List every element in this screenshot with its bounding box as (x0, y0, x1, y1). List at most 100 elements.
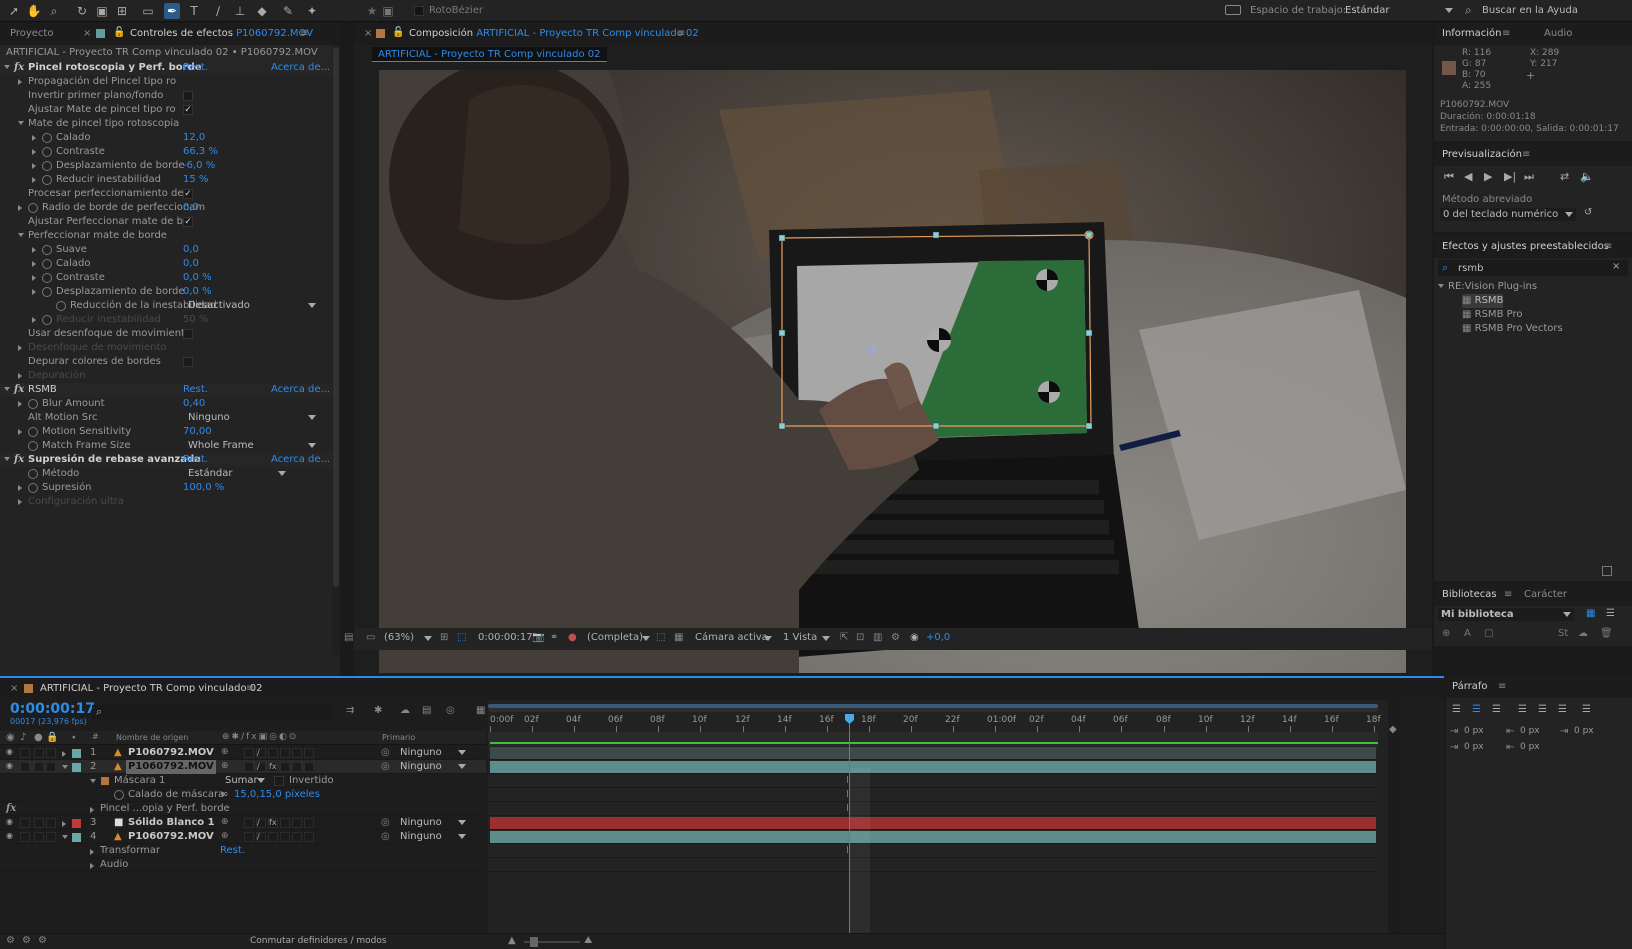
zoom-slider[interactable] (524, 937, 580, 947)
property-row[interactable]: Audio (0, 858, 486, 872)
work-area-range[interactable] (488, 704, 1378, 708)
visibility-toggle[interactable]: ◉ (6, 762, 16, 772)
first-frame-icon[interactable]: ⏮ (1444, 170, 1454, 184)
chevron-right-icon[interactable] (18, 429, 22, 435)
snapping-icon[interactable]: ▣ (380, 3, 396, 19)
property-value[interactable]: 15,0,15,0 píxeles (234, 788, 320, 802)
layer-row[interactable]: ◉ 4 ▲ P1060792.MOV ⊕ ∕ ◎ Ninguno (0, 830, 486, 844)
preset-item[interactable]: ▦ RSMB (1462, 294, 1504, 308)
close-icon[interactable]: × (364, 28, 372, 39)
timeline-timecode[interactable]: 0:00:00:17 (10, 701, 95, 717)
panel-menu-icon[interactable]: ≡ (1604, 241, 1612, 252)
draft-3d-icon[interactable]: ✱ (374, 705, 382, 716)
comp-button-icon[interactable]: ◆ (1389, 724, 1397, 735)
layer-switches-icon[interactable]: ⚙ (6, 935, 15, 946)
new-folder-icon[interactable] (1602, 566, 1612, 576)
reset-link[interactable]: Rest. (183, 383, 208, 397)
pan-behind-tool-icon[interactable]: ⊞ (114, 3, 130, 19)
effect-value[interactable]: 15 % (183, 173, 208, 187)
effect-dropdown[interactable]: Desactivado (185, 299, 319, 312)
selection-tool-icon[interactable]: ➚ (6, 3, 22, 19)
delete-icon[interactable]: 🗑 (1600, 628, 1613, 639)
color-channels-icon[interactable]: ● (568, 632, 577, 643)
tab-preview[interactable]: Previsualización (1442, 149, 1522, 160)
effect-value[interactable]: 0,0 (183, 201, 199, 215)
chevron-right-icon[interactable] (18, 485, 22, 491)
effect-value[interactable]: 0,40 (183, 397, 205, 411)
chevron-right-icon[interactable] (32, 149, 36, 155)
effect-row[interactable]: Mate de pincel tipo rotoscopia (0, 117, 332, 131)
close-icon[interactable]: × (83, 28, 91, 39)
stopwatch-icon[interactable] (42, 287, 52, 297)
resolution-dropdown[interactable]: (Completa) (587, 632, 643, 643)
composition-viewer[interactable] (379, 70, 1406, 673)
tab-character[interactable]: Carácter (1524, 589, 1567, 600)
timeline-track-area[interactable]: 0:00f 02f 04f 06f 08f 10f 12f 14f 16f 18f 20f 22f 01… (488, 700, 1388, 940)
flowchart-icon[interactable]: ⚙ (891, 632, 900, 643)
lock-icon[interactable]: 🔓 (392, 27, 404, 38)
add-graphic-icon[interactable]: ⊕ (1442, 628, 1450, 639)
eraser-tool-icon[interactable]: ◆ (254, 3, 270, 19)
always-preview-icon[interactable]: ▤ (344, 632, 353, 643)
panel-menu-icon[interactable]: ≡ (300, 28, 308, 39)
expand-property-icon[interactable] (90, 807, 94, 813)
chevron-right-icon[interactable] (18, 79, 22, 85)
layer-switch[interactable] (292, 832, 302, 842)
parent-dropdown[interactable]: Ninguno (397, 830, 469, 843)
tab-timeline[interactable]: ARTIFICIAL - Proyecto TR Comp vinculado … (40, 683, 263, 694)
about-link[interactable]: Acerca de... (271, 61, 330, 75)
camera-chevron-down-icon[interactable] (764, 636, 772, 641)
indent-left-value[interactable]: 0 px (1464, 726, 1484, 736)
chevron-right-icon[interactable] (32, 317, 36, 323)
chevron-right-icon[interactable] (32, 289, 36, 295)
effect-dropdown[interactable]: Whole Frame (185, 439, 319, 452)
stopwatch-icon[interactable] (42, 133, 52, 143)
effect-checkbox[interactable] (183, 357, 193, 367)
about-link[interactable]: Acerca de... (271, 453, 330, 467)
pick-whip-icon[interactable]: ◎ (381, 830, 390, 844)
camera-tool-icon[interactable]: ▣ (94, 3, 110, 19)
layer-switch[interactable] (244, 762, 254, 772)
chevron-down-icon[interactable] (18, 121, 24, 125)
lock-toggle[interactable] (46, 832, 56, 842)
next-frame-icon[interactable]: ▶| (1504, 170, 1516, 183)
effect-row[interactable]: Radio de borde de perfeccionam 0,0 (0, 201, 332, 215)
preset-item[interactable]: ▦ RSMB Pro Vectors (1462, 322, 1563, 336)
fx-toggle-icon[interactable]: fx (14, 383, 24, 397)
current-time-display[interactable]: 0:00:00:17 (478, 632, 533, 643)
panel-menu-icon[interactable]: ≡ (1498, 681, 1506, 692)
layer-switch[interactable]: ∕ (256, 762, 266, 772)
workspace-dropdown-chevron-icon[interactable] (1445, 8, 1453, 13)
effect-row[interactable]: Desplazamiento de borde -6,0 % (0, 159, 332, 173)
rectangle-tool-icon[interactable]: ▭ (140, 3, 156, 19)
chevron-right-icon[interactable] (18, 205, 22, 211)
preset-item[interactable]: ▦ RSMB Pro (1462, 308, 1522, 322)
panel-menu-icon[interactable]: ≡ (677, 28, 685, 39)
lock-toggle[interactable] (46, 748, 56, 758)
stopwatch-icon[interactable] (28, 483, 38, 493)
tab-paragraph[interactable]: Párrafo (1452, 681, 1488, 692)
loop-icon[interactable]: ⇄ (1560, 170, 1569, 183)
layer-duration-bar[interactable] (490, 817, 1376, 829)
roto-brush-tool-icon[interactable]: ✎ (280, 3, 296, 19)
first-line-indent-value[interactable]: 0 px (1574, 726, 1594, 736)
layer-duration-bar[interactable] (490, 831, 1376, 843)
audio-toggle[interactable] (20, 762, 30, 772)
align-center-icon[interactable]: ☰ (1472, 704, 1481, 715)
shy-switch-icon[interactable]: ⊕ (221, 761, 229, 771)
layer-switch[interactable]: ∕ (256, 832, 266, 842)
exposure-reset-icon[interactable]: ◉ (910, 632, 919, 643)
justify-right-icon[interactable]: ☰ (1558, 704, 1567, 715)
layer-duration-bar[interactable] (490, 747, 1376, 759)
close-icon[interactable]: × (10, 683, 18, 694)
chevron-right-icon[interactable] (32, 261, 36, 267)
transparency-grid-icon[interactable]: ▦ (674, 632, 683, 643)
solo-toggle[interactable] (34, 818, 44, 828)
visibility-toggle[interactable]: ◉ (6, 748, 16, 758)
solo-toggle[interactable] (34, 748, 44, 758)
tab-info[interactable]: Información (1442, 28, 1501, 39)
justify-left-icon[interactable]: ☰ (1518, 704, 1527, 715)
shortcut-dropdown[interactable]: 0 del teclado numérico (1440, 208, 1576, 221)
visibility-toggle[interactable]: ◉ (6, 832, 16, 842)
puppet-tool-icon[interactable]: ✦ (304, 3, 320, 19)
